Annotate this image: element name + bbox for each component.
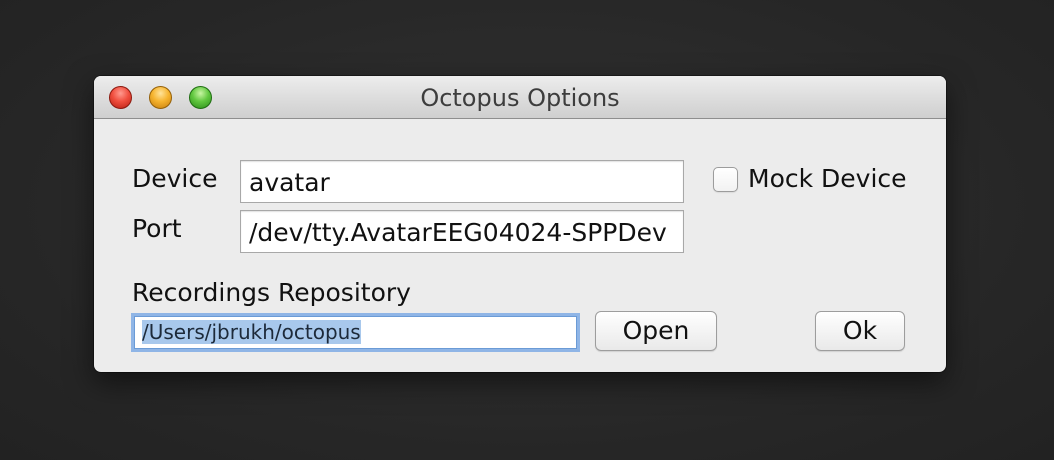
- port-field-value: /dev/tty.AvatarEEG04024-SPPDev: [249, 218, 667, 247]
- mock-device-label[interactable]: Mock Device: [748, 164, 907, 193]
- close-icon[interactable]: [109, 86, 132, 109]
- zoom-icon[interactable]: [189, 86, 212, 109]
- desktop-background: Octopus Options Device avatar Mock Devic…: [0, 0, 1054, 460]
- mock-device-checkbox[interactable]: [713, 167, 738, 192]
- device-field-value: avatar: [249, 168, 330, 197]
- minimize-icon[interactable]: [149, 86, 172, 109]
- title-bar[interactable]: Octopus Options: [94, 76, 946, 119]
- port-field[interactable]: /dev/tty.AvatarEEG04024-SPPDev: [240, 210, 684, 253]
- window-title: Octopus Options: [420, 84, 620, 112]
- port-label: Port: [132, 214, 182, 243]
- recordings-path-field[interactable]: /Users/jbrukh/octopus: [134, 316, 577, 349]
- recordings-repository-label: Recordings Repository: [132, 278, 411, 307]
- open-button[interactable]: Open: [595, 311, 717, 351]
- ok-button[interactable]: Ok: [815, 311, 905, 351]
- device-field[interactable]: avatar: [240, 160, 684, 203]
- device-label: Device: [132, 164, 218, 193]
- octopus-options-window: Octopus Options Device avatar Mock Devic…: [94, 76, 946, 372]
- recordings-path-value: /Users/jbrukh/octopus: [142, 320, 361, 344]
